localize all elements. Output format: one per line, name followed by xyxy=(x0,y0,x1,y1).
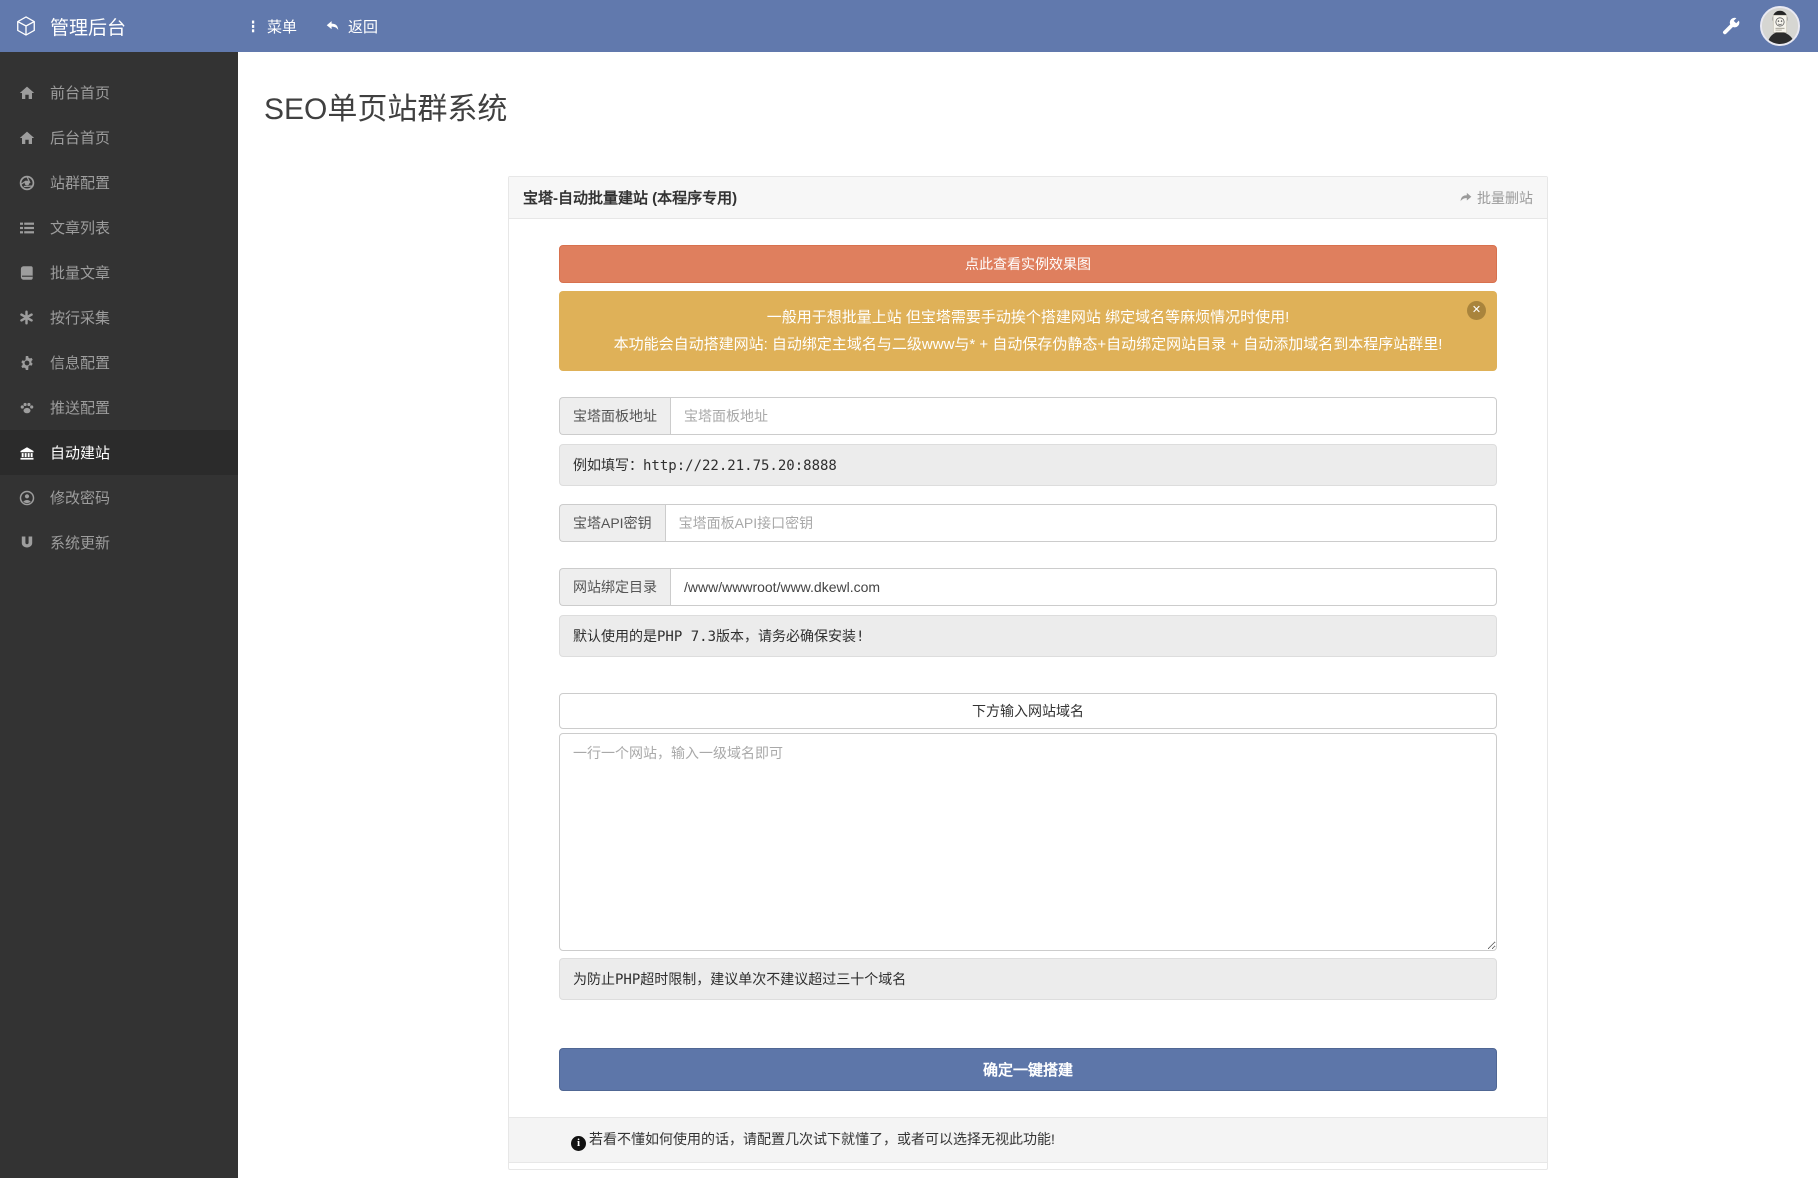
bank-icon xyxy=(18,444,35,461)
panel-address-label: 宝塔面板地址 xyxy=(559,397,670,435)
wrench-icon[interactable] xyxy=(1722,17,1740,35)
sidebar-item-label: 系统更新 xyxy=(50,532,110,553)
paw-icon xyxy=(18,399,35,416)
share-arrow-icon xyxy=(1458,191,1473,205)
asterisk-icon xyxy=(18,309,35,326)
top-navbar: 管理后台 菜单 返回 xyxy=(0,0,1818,52)
alert-line-1: 一般用于想批量上站 但宝塔需要手动挨个搭建网站 绑定域名等麻烦情况时使用! xyxy=(604,304,1452,331)
brand[interactable]: 管理后台 xyxy=(0,13,232,40)
home-icon xyxy=(18,129,35,146)
info-icon: i xyxy=(571,1136,586,1151)
main-content: SEO单页站群系统 宝塔-自动批量建站 (本程序专用) 批量删站 点此查看实例效… xyxy=(238,52,1818,1178)
sidebar-item-batch-articles[interactable]: 批量文章 xyxy=(0,250,238,295)
sidebar-item-push-config[interactable]: 推送配置 xyxy=(0,385,238,430)
navbar-right-tools xyxy=(1722,6,1818,46)
chrome-icon xyxy=(18,174,35,191)
submit-build-button[interactable]: 确定一键搭建 xyxy=(559,1048,1497,1091)
batch-delete-link[interactable]: 批量删站 xyxy=(1458,188,1533,208)
sidebar-item-label: 批量文章 xyxy=(50,262,110,283)
sidebar-item-change-password[interactable]: 修改密码 xyxy=(0,475,238,520)
api-key-row: 宝塔API密钥 xyxy=(559,504,1497,542)
alert-line-2: 本功能会自动搭建网站: 自动绑定主域名与二级www与* + 自动保存伪静态+自动… xyxy=(604,331,1452,358)
panel-address-input[interactable] xyxy=(670,397,1497,435)
panel-header: 宝塔-自动批量建站 (本程序专用) 批量删站 xyxy=(509,177,1547,219)
sidebar-item-label: 站群配置 xyxy=(50,172,110,193)
sidebar-item-line-collect[interactable]: 按行采集 xyxy=(0,295,238,340)
domains-header: 下方输入网站域名 xyxy=(559,693,1497,729)
footer-note: 若看不懂如何使用的话，请配置几次试下就懂了，或者可以选择无视此功能! xyxy=(589,1131,1055,1147)
domains-textarea[interactable] xyxy=(559,733,1497,951)
sidebar-item-label: 推送配置 xyxy=(50,397,110,418)
sidebar-item-admin-home[interactable]: 后台首页 xyxy=(0,115,238,160)
api-key-input[interactable] xyxy=(665,504,1497,542)
sidebar-item-article-list[interactable]: 文章列表 xyxy=(0,205,238,250)
api-key-label: 宝塔API密钥 xyxy=(559,504,665,542)
sidebar-item-auto-build[interactable]: 自动建站 xyxy=(0,430,238,475)
back-button[interactable]: 返回 xyxy=(311,0,392,52)
sidebar-item-label: 前台首页 xyxy=(50,82,110,103)
bind-dir-label: 网站绑定目录 xyxy=(559,568,670,606)
list-icon xyxy=(18,219,35,236)
home-icon xyxy=(18,84,35,101)
sidebar-item-label: 后台首页 xyxy=(50,127,110,148)
sidebar-item-sitegroup-config[interactable]: 站群配置 xyxy=(0,160,238,205)
brand-title: 管理后台 xyxy=(50,13,126,40)
domains-help: 为防止PHP超时限制，建议单次不建议超过三十个域名 xyxy=(559,958,1497,1000)
content-area: SEO单页站群系统 宝塔-自动批量建站 (本程序专用) 批量删站 点此查看实例效… xyxy=(238,52,1818,1178)
panel-title: 宝塔-自动批量建站 (本程序专用) xyxy=(523,187,737,208)
sidebar: 前台首页 后台首页 站群配置 文章列表 批量文章 按行采集 信息配置 推送配置 xyxy=(0,52,238,1178)
example-image-button[interactable]: 点此查看实例效果图 xyxy=(559,245,1497,283)
cube-icon xyxy=(15,15,37,37)
magnet-icon xyxy=(18,534,35,551)
sidebar-item-info-config[interactable]: 信息配置 xyxy=(0,340,238,385)
usage-alert: ✕ 一般用于想批量上站 但宝塔需要手动挨个搭建网站 绑定域名等麻烦情况时使用! … xyxy=(559,291,1497,371)
menu-button[interactable]: 菜单 xyxy=(232,0,311,52)
bind-dir-help: 默认使用的是PHP 7.3版本，请务必确保安装! xyxy=(559,615,1497,657)
panel-footer: i若看不懂如何使用的话，请配置几次试下就懂了，或者可以选择无视此功能! xyxy=(509,1117,1547,1163)
bind-dir-row: 网站绑定目录 xyxy=(559,568,1497,606)
gear-icon xyxy=(18,354,35,371)
sidebar-item-label: 按行采集 xyxy=(50,307,110,328)
close-icon[interactable]: ✕ xyxy=(1467,301,1486,320)
panel-body: 点此查看实例效果图 ✕ 一般用于想批量上站 但宝塔需要手动挨个搭建网站 绑定域名… xyxy=(509,219,1547,1163)
user-avatar[interactable] xyxy=(1760,6,1800,46)
panel-address-help: 例如填写：http://22.21.75.20:8888 xyxy=(559,444,1497,486)
sidebar-item-label: 信息配置 xyxy=(50,352,110,373)
sidebar-item-label: 修改密码 xyxy=(50,487,110,508)
user-circle-icon xyxy=(18,489,35,506)
sidebar-item-label: 自动建站 xyxy=(50,442,110,463)
panel-address-row: 宝塔面板地址 xyxy=(559,397,1497,435)
auto-build-panel: 宝塔-自动批量建站 (本程序专用) 批量删站 点此查看实例效果图 ✕ 一般用于想… xyxy=(508,176,1548,1170)
sidebar-item-front-home[interactable]: 前台首页 xyxy=(0,70,238,115)
book-icon xyxy=(18,264,35,281)
bind-dir-input[interactable] xyxy=(670,568,1497,606)
page-title: SEO单页站群系统 xyxy=(264,84,1818,128)
sidebar-item-label: 文章列表 xyxy=(50,217,110,238)
menu-dots-icon xyxy=(246,19,260,34)
sidebar-item-system-update[interactable]: 系统更新 xyxy=(0,520,238,565)
reply-arrow-icon xyxy=(325,19,341,34)
